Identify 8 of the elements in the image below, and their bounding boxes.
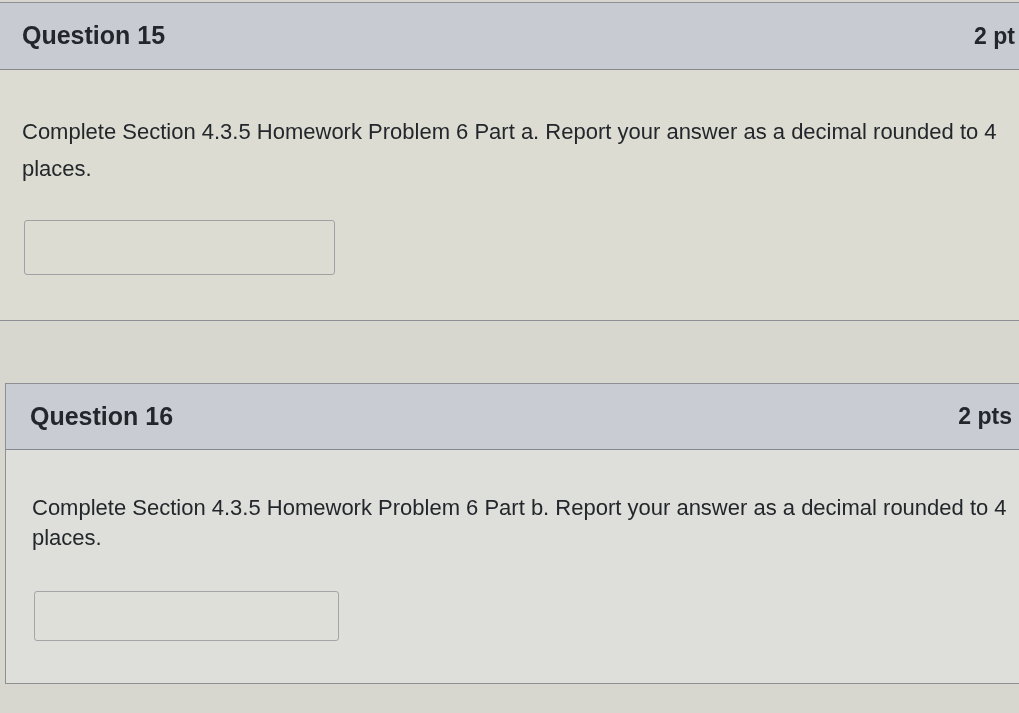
question-title: Question 15 — [22, 20, 166, 52]
question-title: Question 16 — [30, 400, 174, 432]
question-text: Complete Section 4.3.5 Homework Problem 6 Part a. Report your answer as a decimal rounded to 4 places. — [22, 118, 998, 183]
question-points: 2 pt — [974, 21, 1015, 51]
answer-field[interactable] — [24, 220, 335, 275]
answer-field[interactable] — [34, 591, 339, 641]
question-text: Complete Section 4.3.5 Homework Problem 6 Part b. Report your answer as a decimal rounded to 4 places. — [32, 494, 1008, 552]
question-points: 2 pts — [958, 402, 1012, 432]
